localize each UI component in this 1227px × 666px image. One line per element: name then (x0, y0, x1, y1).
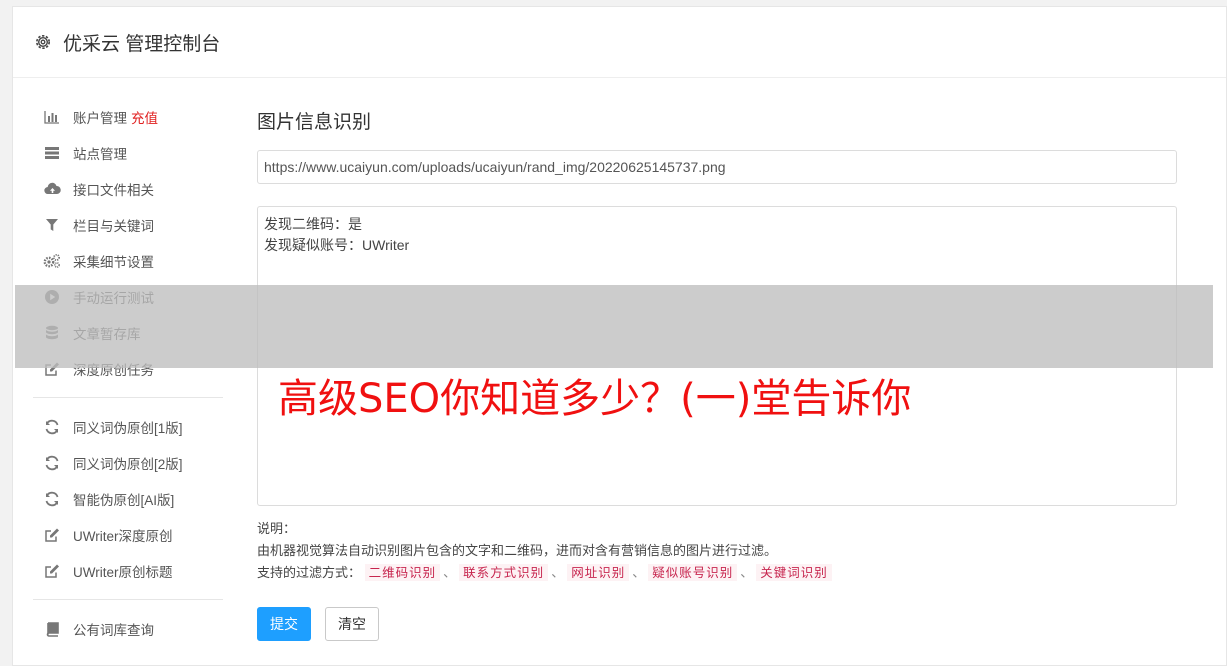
filter-tag: 联系方式识别 (459, 564, 549, 581)
sidebar-item-label: 智能伪原创[AI版] (73, 493, 175, 508)
notes-heading: 说明： (257, 521, 297, 536)
filters-label: 支持的过滤方式： (257, 565, 362, 580)
sidebar-item-label: 栏目与关键词 (73, 219, 154, 234)
refresh-icon (43, 454, 61, 472)
overlay-band (15, 285, 1213, 368)
notes-description: 由机器视觉算法自动识别图片包含的文字和二维码，进而对含有营销信息的图片进行过滤。 (257, 543, 778, 558)
filter-icon (43, 216, 61, 234)
sidebar-item[interactable]: 栏目与关键词 (33, 207, 223, 243)
sidebar-item-label: 接口文件相关 (73, 183, 154, 198)
edit-icon (43, 526, 61, 544)
image-url-input[interactable]: https://www.ucaiyun.com/uploads/ucaiyun/… (257, 150, 1177, 184)
sidebar-divider (33, 397, 223, 398)
filter-separator: 、 (632, 565, 646, 580)
gear-icon (33, 32, 53, 52)
sidebar-item-label: 公有词库查询 (73, 623, 154, 638)
button-row: 提交 清空 (257, 607, 1177, 641)
sidebar-item-label: 账户管理 (73, 111, 127, 126)
page-header: 优采云 管理控制台 (13, 7, 1226, 78)
sidebar-item-label: 同义词伪原创[1版] (73, 421, 183, 436)
result-line: 发现疑似账号：UWriter (264, 237, 410, 253)
sidebar-item[interactable]: 同义词伪原创[2版] (33, 445, 223, 481)
sidebar-divider (33, 599, 223, 600)
submit-button[interactable]: 提交 (257, 607, 311, 641)
page-title: 优采云 管理控制台 (63, 33, 221, 55)
filter-tag: 关键词识别 (756, 564, 832, 581)
sidebar-item-label: UWriter深度原创 (73, 529, 173, 544)
section-title: 图片信息识别 (257, 112, 372, 133)
edit-icon (43, 562, 61, 580)
sidebar-item[interactable]: 账户管理 充值 (33, 99, 223, 135)
refresh-icon (43, 490, 61, 508)
sidebar-item[interactable]: 采集细节设置 (33, 243, 223, 279)
gears-icon (43, 252, 61, 270)
sidebar-item-label: UWriter原创标题 (73, 565, 173, 580)
sidebar-item[interactable]: 接口文件相关 (33, 171, 223, 207)
notes: 说明： 由机器视觉算法自动识别图片包含的文字和二维码，进而对含有营销信息的图片进… (257, 518, 1177, 584)
filter-separator: 、 (551, 565, 565, 580)
server-icon (43, 144, 61, 162)
bar-chart-icon (43, 108, 61, 126)
filter-separator: 、 (740, 565, 754, 580)
sidebar-item[interactable]: UWriter原创标题 (33, 553, 223, 589)
result-line: 发现二维码：是 (264, 216, 362, 232)
filter-tag: 二维码识别 (364, 564, 441, 581)
filter-tag: 疑似账号识别 (648, 564, 738, 581)
sidebar-item[interactable]: 站点管理 (33, 135, 223, 171)
cloud-upload-icon (43, 180, 61, 198)
overlay-caption: 高级SEO你知道多少？(一)堂告诉你 (278, 376, 912, 422)
clear-button[interactable]: 清空 (325, 607, 379, 641)
sidebar-item[interactable]: 同义词伪原创[1版] (33, 409, 223, 445)
sidebar-item[interactable]: 智能伪原创[AI版] (33, 481, 223, 517)
sidebar-item[interactable]: UWriter深度原创 (33, 517, 223, 553)
filter-separator: 、 (443, 565, 457, 580)
sidebar-item-label: 站点管理 (73, 147, 127, 162)
sidebar: 账户管理充值站点管理接口文件相关栏目与关键词采集细节设置手动运行测试文章暂存库深… (33, 99, 223, 647)
filter-tag: 网址识别 (567, 564, 630, 581)
book-icon (43, 620, 61, 638)
sidebar-item-label: 采集细节设置 (73, 255, 154, 270)
sidebar-item[interactable]: 公有词库查询 (33, 611, 223, 647)
recharge-link[interactable]: 充值 (131, 107, 158, 127)
refresh-icon (43, 418, 61, 436)
filters-line: 支持的过滤方式： 二维码识别、联系方式识别、网址识别、疑似账号识别、关键词识别 (257, 562, 1177, 584)
sidebar-item-label: 同义词伪原创[2版] (73, 457, 183, 472)
